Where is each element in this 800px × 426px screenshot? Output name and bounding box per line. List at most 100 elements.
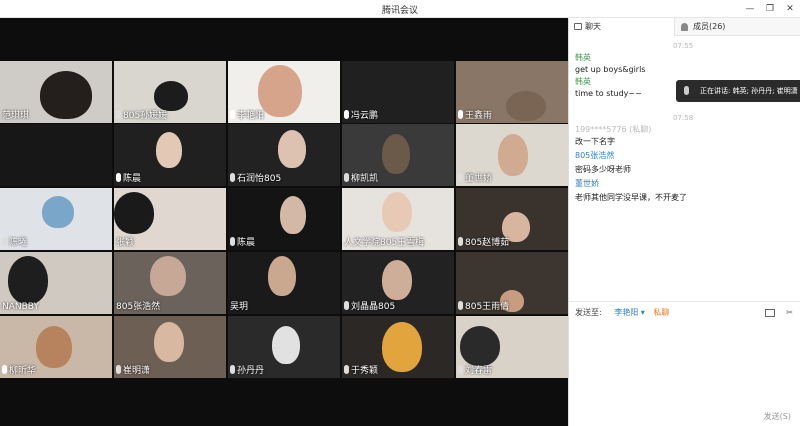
- mic-icon: [344, 110, 349, 119]
- participant-name-text: 冯云鹏: [351, 111, 379, 121]
- participant-video: [268, 256, 296, 296]
- participant-tile[interactable]: 柳昕华: [0, 316, 112, 378]
- close-icon[interactable]: ✕: [780, 1, 800, 17]
- participant-tile[interactable]: 崔明潇: [114, 316, 226, 378]
- message-sender: 805张浩然: [575, 151, 615, 160]
- send-button[interactable]: 发送(S): [764, 411, 791, 422]
- participant-name-text: 李艳阳: [237, 111, 265, 121]
- participant-tile[interactable]: 805赵博茹: [456, 188, 568, 250]
- participant-tile[interactable]: 王鑫雨: [456, 61, 568, 123]
- speaking-toast: 正在讲话: 韩英; 孙丹丹; 崔明潇: [676, 80, 800, 102]
- send-to-row: 发送至: 李艳阳 ▾ 私聊: [575, 307, 669, 318]
- participant-video: [382, 322, 422, 372]
- mic-muted-icon: [458, 365, 463, 374]
- participant-video: [460, 326, 500, 366]
- mic-icon: [116, 173, 121, 182]
- participant-tile[interactable]: 冯云鹏: [342, 61, 454, 123]
- message-text: 密码多少呀老师: [575, 165, 631, 174]
- participant-tile[interactable]: 人文学院805王雪梅: [342, 188, 454, 250]
- participant-tile[interactable]: 陈晨: [228, 188, 340, 250]
- message-time: 07:58: [673, 114, 694, 122]
- video-gallery: 韩英805孙媛媛李艳阳冯云鹏王鑫雨陈晨石润怡805柳凯凯董世娇陈曦张颖陈晨人文学…: [0, 18, 568, 426]
- participant-name: 冯云鹏: [344, 110, 378, 122]
- message-sender-private: 199****5776 (私聊): [575, 125, 652, 134]
- participant-name: 崔明潇: [116, 365, 150, 377]
- participant-name: 于秀颖: [344, 365, 378, 377]
- file-icon[interactable]: [765, 309, 775, 317]
- participant-name-text: 范琪琪: [2, 111, 30, 121]
- restore-icon[interactable]: ❐: [760, 1, 780, 17]
- participant-tile[interactable]: 805孙媛媛: [114, 61, 226, 123]
- mic-muted-icon: [458, 173, 463, 182]
- participant-name-text: NANBBY: [2, 302, 39, 312]
- participant-video: [114, 192, 154, 234]
- participant-name-text: 于秀颖: [351, 366, 379, 376]
- participant-name-text: 陈晨: [237, 238, 256, 248]
- participant-tile[interactable]: 范琪琪: [0, 61, 112, 123]
- participant-video: [280, 196, 306, 234]
- participant-video: [42, 196, 74, 228]
- participant-tile[interactable]: 李艳阳: [228, 61, 340, 123]
- participant-video: [382, 192, 412, 232]
- participant-name: 805孙媛媛: [116, 110, 167, 122]
- participant-tile[interactable]: 柳凯凯: [342, 124, 454, 186]
- participant-tile[interactable]: 于秀颖: [342, 316, 454, 378]
- tab-chat[interactable]: 聊天: [569, 18, 675, 36]
- members-icon: [681, 23, 688, 31]
- chat-messages[interactable]: 07:55 韩英 get up boys&girls 韩英 time to study~…: [569, 37, 800, 317]
- mic-muted-icon: [344, 365, 349, 374]
- participant-name: 刘春雷: [458, 365, 492, 377]
- participant-tile[interactable]: 陈曦: [0, 188, 112, 250]
- participant-name-text: 董世娇: [465, 174, 493, 184]
- microphone-icon: [684, 86, 689, 95]
- participant-video: [382, 134, 410, 174]
- mic-muted-icon: [458, 301, 463, 310]
- participant-tile[interactable]: 刘春雷: [456, 316, 568, 378]
- screenshot-icon[interactable]: ✂: [786, 308, 793, 317]
- participant-name: 805王雨倩: [458, 301, 509, 313]
- participant-name-text: 陈曦: [9, 238, 28, 248]
- mic-muted-icon: [344, 173, 349, 182]
- participant-tile[interactable]: 董世娇: [456, 124, 568, 186]
- message-sender: 韩英: [575, 77, 591, 86]
- participant-tile[interactable]: 805张浩然: [114, 252, 226, 314]
- participant-tile[interactable]: 孙丹丹: [228, 316, 340, 378]
- participant-tile[interactable]: 陈晨: [114, 124, 226, 186]
- participant-tile[interactable]: 805王雨倩: [456, 252, 568, 314]
- minimize-icon[interactable]: —: [740, 1, 760, 17]
- sidebar-panel: 聊天 成员(26) 07:55 韩英 get up boys&girls 韩英 time…: [568, 18, 800, 426]
- participant-video: [258, 65, 302, 117]
- participant-name: 陈曦: [2, 237, 27, 249]
- participant-video: [272, 326, 300, 364]
- mic-icon: [458, 110, 463, 119]
- participant-name: 张颖: [116, 238, 134, 249]
- participant-name: 刘晶晶805: [344, 301, 395, 313]
- chat-composer[interactable]: 发送至: 李艳阳 ▾ 私聊 ✂ 发送(S): [569, 301, 800, 426]
- mic-muted-icon: [116, 365, 121, 374]
- participant-tile[interactable]: NANBBY: [0, 252, 112, 314]
- participant-name: 董世娇: [458, 173, 492, 185]
- private-chat-toggle[interactable]: 私聊: [653, 308, 669, 317]
- window-title: 腾讯会议: [381, 6, 418, 16]
- participant-video: [498, 134, 528, 176]
- participant-video: [278, 130, 306, 168]
- message-time: 07:55: [673, 42, 694, 50]
- participant-tile[interactable]: 刘晶晶805: [342, 252, 454, 314]
- participant-tile[interactable]: 张颖: [114, 188, 226, 250]
- participant-name-text: 吴玥: [230, 302, 249, 312]
- participant-tile[interactable]: [0, 124, 112, 186]
- send-target-value: 李艳阳: [614, 308, 639, 317]
- participant-tile[interactable]: 石润怡805: [228, 124, 340, 186]
- participant-tile[interactable]: 吴玥: [228, 252, 340, 314]
- participant-name: NANBBY: [2, 302, 39, 313]
- mic-muted-icon: [230, 365, 235, 374]
- tab-members[interactable]: 成员(26): [675, 18, 800, 36]
- send-target-select[interactable]: 李艳阳 ▾: [614, 308, 645, 317]
- message-sender: 韩英: [575, 53, 591, 62]
- mic-muted-icon: [230, 237, 235, 246]
- participant-name-text: 崔明潇: [123, 366, 151, 376]
- participant-name-text: 人文学院805王雪梅: [344, 238, 425, 248]
- message-text: time to study~~: [575, 89, 642, 98]
- participant-video: [156, 132, 182, 168]
- message-text: 改一下名字: [575, 137, 615, 146]
